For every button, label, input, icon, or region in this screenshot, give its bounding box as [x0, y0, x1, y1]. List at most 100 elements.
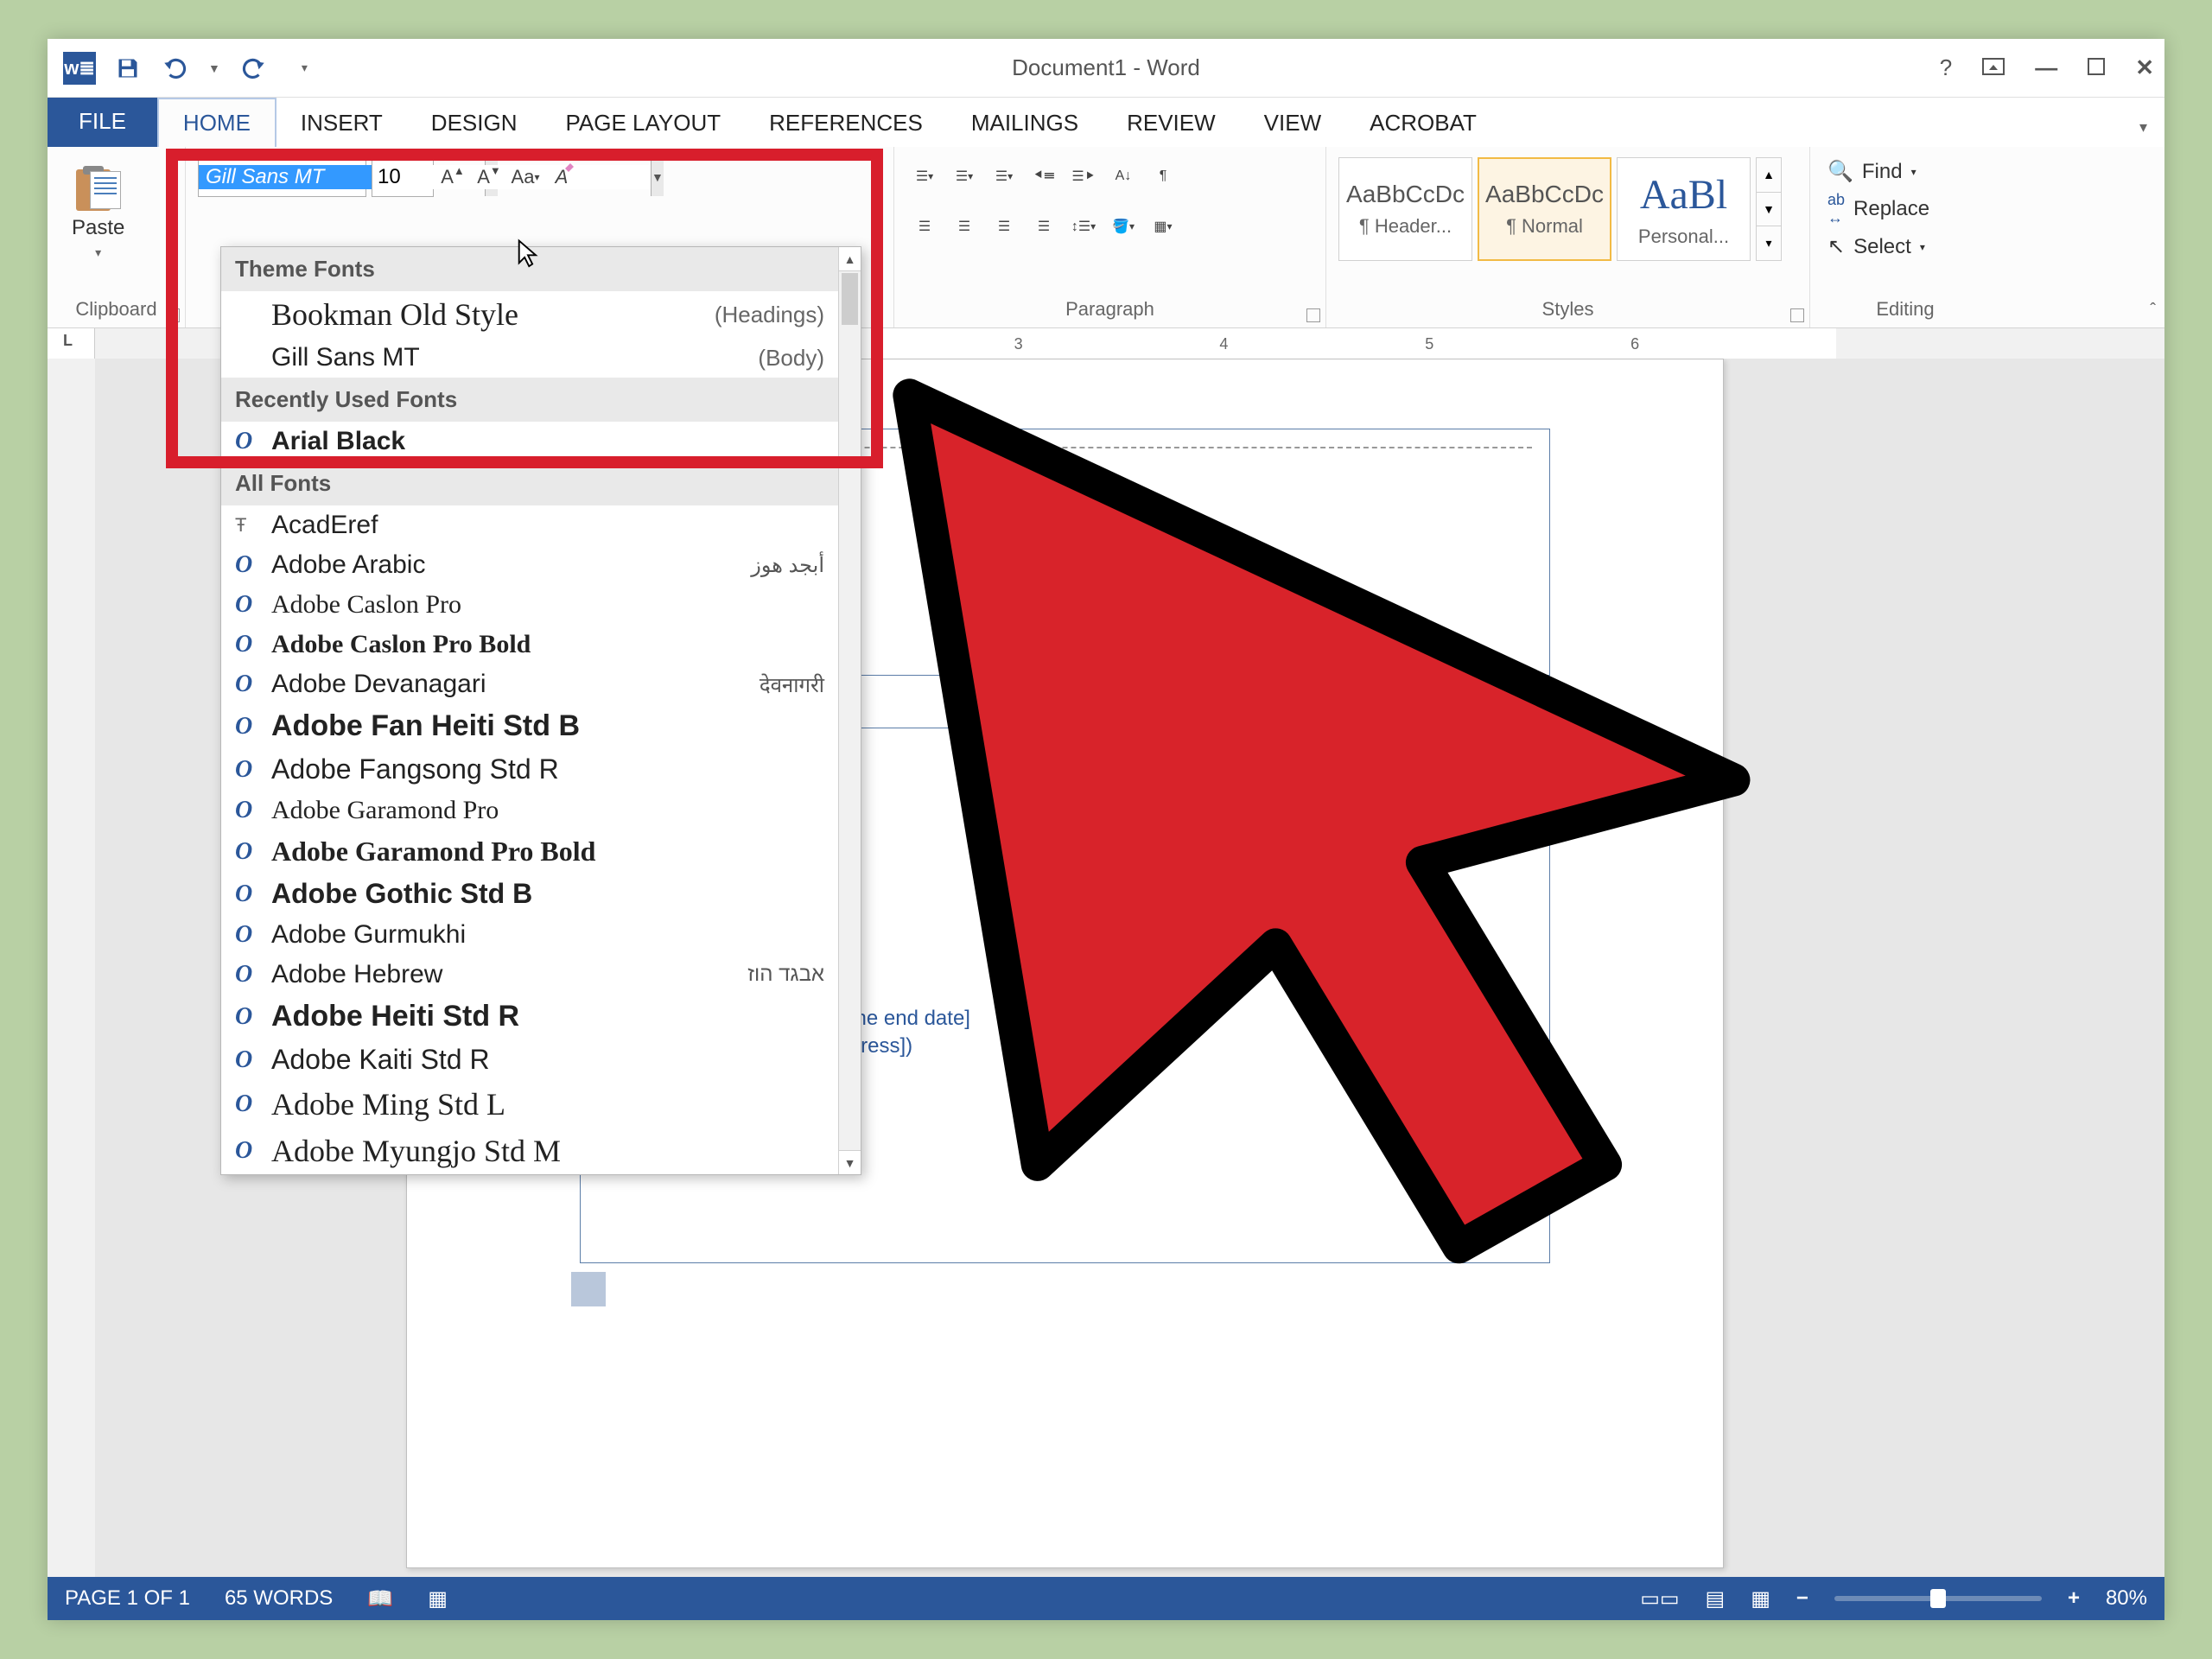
- recent-fonts-header: Recently Used Fonts: [221, 378, 838, 422]
- select-button[interactable]: ↖Select▾: [1827, 234, 1929, 259]
- font-item[interactable]: OAdobe Gurmukhi: [221, 915, 838, 955]
- style-header[interactable]: AaBbCcDc ¶ Header...: [1338, 157, 1472, 261]
- group-paragraph: ☰▾ ☰▾ ☰▾ ⯇☰ ☰⯈ A↓ ¶ ☰ ☰ ☰ ☰ ↕☰▾ 🪣▾ ▦▾: [894, 147, 1326, 327]
- font-item[interactable]: OAdobe Caslon Pro: [221, 585, 838, 625]
- help-icon[interactable]: ?: [1940, 54, 1952, 81]
- tab-home[interactable]: HOME: [157, 98, 276, 147]
- proofing-icon[interactable]: 📖: [367, 1586, 393, 1611]
- decrease-indent-icon[interactable]: ⯇☰: [1026, 157, 1062, 195]
- align-right-icon[interactable]: ☰: [986, 207, 1022, 245]
- styles-up-icon[interactable]: ▲: [1757, 158, 1781, 193]
- status-bar: PAGE 1 OF 1 65 WORDS 📖 ▦ ▭▭ ▤ ▦ − + 80%: [48, 1577, 2164, 1620]
- font-item[interactable]: OAdobe Fangsong Std R: [221, 748, 838, 791]
- tab-overflow-icon[interactable]: ▾: [2122, 108, 2164, 147]
- paste-button[interactable]: Paste ▾: [60, 152, 137, 267]
- font-item[interactable]: OAdobe Devanagariदेवनागरी: [221, 664, 838, 704]
- increase-indent-icon[interactable]: ☰⯈: [1065, 157, 1102, 195]
- print-layout-icon[interactable]: ▤: [1706, 1586, 1726, 1611]
- change-case-icon[interactable]: Aa ▾: [508, 158, 543, 196]
- minimize-icon[interactable]: —: [2035, 54, 2057, 81]
- font-item[interactable]: OAdobe Arabicأبجد هوز: [221, 545, 838, 585]
- save-icon[interactable]: [111, 52, 144, 85]
- font-item[interactable]: OAdobe Gothic Std B: [221, 873, 838, 915]
- clear-formatting-icon[interactable]: A: [544, 158, 579, 196]
- paragraph-dialog-launcher[interactable]: [1306, 308, 1320, 322]
- zoom-in-icon[interactable]: +: [2068, 1586, 2080, 1611]
- scroll-down-icon[interactable]: ▼: [839, 1150, 861, 1174]
- tab-design[interactable]: DESIGN: [407, 99, 542, 147]
- font-item[interactable]: OAdobe Fan Heiti Std B: [221, 704, 838, 748]
- styles-dialog-launcher[interactable]: [1790, 308, 1804, 322]
- title-bar: w≣ ▼ ▾ Document1 - Word ? — ✕: [48, 39, 2164, 98]
- align-left-icon[interactable]: ☰: [906, 207, 943, 245]
- show-marks-icon[interactable]: ¶: [1145, 157, 1181, 195]
- shading-icon[interactable]: 🪣▾: [1105, 207, 1141, 245]
- font-item[interactable]: OAdobe Heiti Std R: [221, 995, 838, 1039]
- redo-icon[interactable]: [236, 52, 269, 85]
- grow-font-icon[interactable]: A▲: [435, 158, 470, 196]
- borders-icon[interactable]: ▦▾: [1145, 207, 1181, 245]
- font-size-arrow-icon[interactable]: ▼: [651, 158, 664, 196]
- styles-more-icon[interactable]: ▾: [1757, 226, 1781, 260]
- macro-icon[interactable]: ▦: [428, 1586, 448, 1611]
- web-layout-icon[interactable]: ▦: [1751, 1586, 1770, 1611]
- tab-insert[interactable]: INSERT: [276, 99, 407, 147]
- font-item-arial-black[interactable]: O Arial Black: [221, 422, 838, 461]
- scroll-thumb[interactable]: [842, 273, 858, 325]
- font-item[interactable]: OAdobe Myungjo Std M: [221, 1128, 838, 1174]
- undo-icon[interactable]: [160, 52, 193, 85]
- vertical-ruler[interactable]: [48, 359, 95, 1577]
- font-item[interactable]: OAdobe Garamond Pro: [221, 791, 838, 830]
- zoom-slider[interactable]: [1834, 1596, 2042, 1601]
- zoom-level[interactable]: 80%: [2106, 1586, 2147, 1611]
- font-item[interactable]: OAdobe Caslon Pro Bold: [221, 625, 838, 664]
- line-spacing-icon[interactable]: ↕☰▾: [1065, 207, 1102, 245]
- style-personal[interactable]: AaBl Personal...: [1617, 157, 1751, 261]
- scroll-up-icon[interactable]: ▲: [839, 247, 861, 271]
- font-item[interactable]: OAdobe Ming Std L: [221, 1081, 838, 1128]
- group-clipboard: Paste ▾ Clipboard: [48, 147, 186, 327]
- window-controls: ? — ✕: [1940, 54, 2154, 81]
- style-normal[interactable]: AaBbCcDc ¶ Normal: [1478, 157, 1611, 261]
- sort-icon[interactable]: A↓: [1105, 157, 1141, 195]
- font-item[interactable]: OAdobe Garamond Pro Bold: [221, 830, 838, 873]
- tab-mailings[interactable]: MAILINGS: [947, 99, 1103, 147]
- tab-review[interactable]: REVIEW: [1103, 99, 1240, 147]
- font-item[interactable]: OAdobe Hebrewאבגד הוז: [221, 955, 838, 995]
- replace-button[interactable]: ab↔Replace: [1827, 191, 1929, 227]
- align-center-icon[interactable]: ☰: [946, 207, 982, 245]
- multilevel-icon[interactable]: ☰▾: [986, 157, 1022, 195]
- close-icon[interactable]: ✕: [2135, 54, 2154, 81]
- font-size-combo[interactable]: ▼: [372, 157, 434, 197]
- styles-down-icon[interactable]: ▼: [1757, 193, 1781, 227]
- tab-references[interactable]: REFERENCES: [745, 99, 947, 147]
- bullets-icon[interactable]: ☰▾: [906, 157, 943, 195]
- font-name-combo[interactable]: ▼: [198, 157, 366, 197]
- numbering-icon[interactable]: ☰▾: [946, 157, 982, 195]
- clipboard-dialog-launcher[interactable]: [166, 308, 180, 322]
- all-fonts-header: All Fonts: [221, 461, 838, 505]
- paragraph-label: Paragraph: [906, 295, 1313, 324]
- font-dropdown: ▲ ▼ Theme Fonts O Bookman Old Style (Hea…: [220, 246, 861, 1175]
- shrink-font-icon[interactable]: A▼: [472, 158, 506, 196]
- page-indicator[interactable]: PAGE 1 OF 1: [65, 1586, 190, 1611]
- justify-icon[interactable]: ☰: [1026, 207, 1062, 245]
- tab-page-layout[interactable]: PAGE LAYOUT: [541, 99, 745, 147]
- dropdown-scrollbar[interactable]: ▲ ▼: [838, 247, 861, 1174]
- ribbon-options-icon[interactable]: [1982, 54, 2005, 81]
- font-item-body[interactable]: O Gill Sans MT (Body): [221, 338, 838, 378]
- word-count[interactable]: 65 WORDS: [225, 1586, 333, 1611]
- font-item-heading[interactable]: O Bookman Old Style (Headings): [221, 291, 838, 338]
- collapse-ribbon-icon[interactable]: ˆ: [2150, 301, 2156, 321]
- styles-label: Styles: [1338, 295, 1797, 324]
- font-item[interactable]: OAdobe Kaiti Std R: [221, 1039, 838, 1081]
- zoom-out-icon[interactable]: −: [1796, 1586, 1808, 1611]
- read-mode-icon[interactable]: ▭▭: [1640, 1586, 1679, 1611]
- group-styles: AaBbCcDc ¶ Header... AaBbCcDc ¶ Normal A…: [1326, 147, 1810, 327]
- tab-file[interactable]: FILE: [48, 96, 157, 147]
- tab-view[interactable]: VIEW: [1240, 99, 1345, 147]
- maximize-icon[interactable]: [2088, 54, 2105, 81]
- font-item[interactable]: ŦAcadEref: [221, 505, 838, 545]
- find-button[interactable]: 🔍Find▾: [1827, 159, 1929, 184]
- tab-acrobat[interactable]: ACROBAT: [1345, 99, 1501, 147]
